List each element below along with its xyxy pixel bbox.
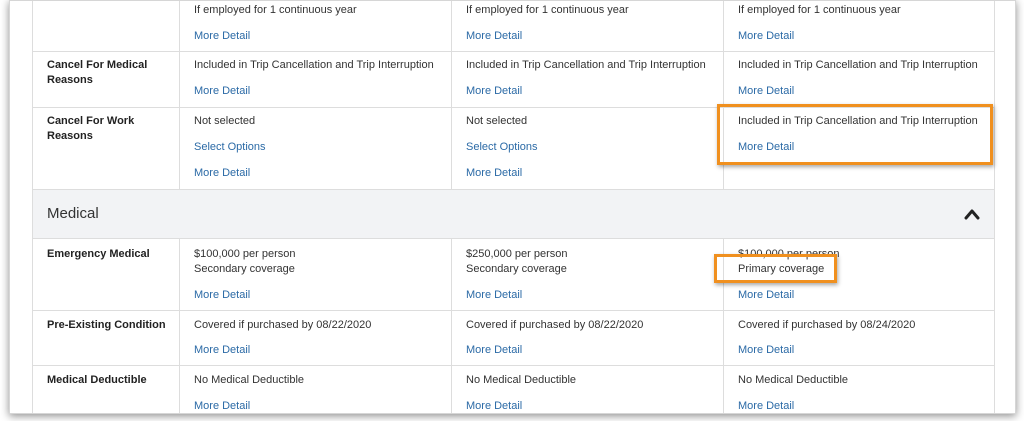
more-detail-link[interactable]: More Detail — [738, 343, 794, 358]
plan-3-cell: Covered if purchased by 08/24/2020 More … — [723, 310, 994, 365]
coverage-type: Secondary coverage — [466, 263, 567, 275]
coverage-text: Not selected — [194, 115, 256, 127]
table-row: If employed for 1 continuous year More D… — [33, 1, 994, 52]
plan-2-cell: No Medical Deductible More Detail — [451, 365, 723, 413]
section-title: Medical — [47, 205, 99, 222]
highlight-box-work-reasons — [717, 104, 993, 165]
row-label-cell: Medical Deductible — [33, 365, 179, 413]
more-detail-link[interactable]: More Detail — [466, 84, 522, 99]
plan-1-cell: Included in Trip Cancellation and Trip I… — [179, 51, 451, 107]
plan-1-cell: Covered if purchased by 08/22/2020 More … — [179, 310, 451, 365]
chevron-up-icon[interactable] — [964, 207, 980, 221]
plan-3-cell: Included in Trip Cancellation and Trip I… — [723, 51, 994, 107]
more-detail-link[interactable]: More Detail — [194, 166, 250, 181]
plan-3-cell: If employed for 1 continuous year More D… — [723, 1, 994, 51]
plan-1-cell: No Medical Deductible More Detail — [179, 365, 451, 413]
row-label: Cancel For Work Reasons — [47, 115, 135, 142]
plan-2-cell: Included in Trip Cancellation and Trip I… — [451, 51, 723, 107]
section-header-medical[interactable]: Medical — [33, 189, 994, 239]
coverage-text: No Medical Deductible — [466, 374, 577, 386]
coverage-text: If employed for 1 continuous year — [466, 4, 629, 16]
more-detail-link[interactable]: More Detail — [466, 399, 522, 413]
comparison-table: If employed for 1 continuous year More D… — [32, 1, 995, 413]
row-label-cell: Emergency Medical — [33, 239, 179, 310]
more-detail-link[interactable]: More Detail — [738, 29, 794, 44]
coverage-text: Included in Trip Cancellation and Trip I… — [194, 59, 434, 71]
row-label-cell: Pre-Existing Condition — [33, 310, 179, 365]
row-label: Medical Deductible — [47, 374, 147, 386]
coverage-text: Covered if purchased by 08/22/2020 — [194, 319, 372, 331]
plan-2-cell: Covered if purchased by 08/22/2020 More … — [451, 310, 723, 365]
more-detail-link[interactable]: More Detail — [738, 84, 794, 99]
row-label-cell — [33, 1, 179, 51]
table-row: Emergency Medical $100,000 per person Se… — [33, 239, 994, 311]
select-options-link[interactable]: Select Options — [194, 140, 266, 155]
more-detail-link[interactable]: More Detail — [466, 29, 522, 44]
coverage-text: Covered if purchased by 08/24/2020 — [738, 319, 916, 331]
plan-3-cell: No Medical Deductible More Detail — [723, 365, 994, 413]
plan-1-cell: If employed for 1 continuous year More D… — [179, 1, 451, 51]
coverage-amount: $250,000 per person — [466, 248, 568, 260]
plan-2-cell: $250,000 per person Secondary coverage M… — [451, 239, 723, 310]
table-row: Pre-Existing Condition Covered if purcha… — [33, 310, 994, 366]
more-detail-link[interactable]: More Detail — [738, 399, 794, 413]
coverage-text: If employed for 1 continuous year — [738, 4, 901, 16]
plan-2-cell: If employed for 1 continuous year More D… — [451, 1, 723, 51]
more-detail-link[interactable]: More Detail — [738, 288, 794, 303]
coverage-text: Covered if purchased by 08/22/2020 — [466, 319, 644, 331]
row-label: Pre-Existing Condition — [47, 319, 166, 331]
coverage-amount: $100,000 per person — [194, 248, 296, 260]
coverage-text: No Medical Deductible — [738, 374, 849, 386]
coverage-text: If employed for 1 continuous year — [194, 4, 357, 16]
coverage-text: Included in Trip Cancellation and Trip I… — [466, 59, 706, 71]
more-detail-link[interactable]: More Detail — [194, 84, 250, 99]
row-label: Emergency Medical — [47, 248, 150, 260]
coverage-text: No Medical Deductible — [194, 374, 305, 386]
more-detail-link[interactable]: More Detail — [466, 166, 522, 181]
more-detail-link[interactable]: More Detail — [466, 288, 522, 303]
table-row: Medical Deductible No Medical Deductible… — [33, 365, 994, 413]
highlight-box-primary-coverage — [714, 254, 837, 283]
coverage-text: Included in Trip Cancellation and Trip I… — [738, 59, 978, 71]
comparison-panel: If employed for 1 continuous year More D… — [9, 0, 1016, 414]
coverage-text: Not selected — [466, 115, 528, 127]
select-options-link[interactable]: Select Options — [466, 140, 538, 155]
more-detail-link[interactable]: More Detail — [466, 343, 522, 358]
table-row: Cancel For Medical Reasons Included in T… — [33, 51, 994, 108]
row-label-cell: Cancel For Work Reasons — [33, 107, 179, 189]
plan-2-cell: Not selected Select Options More Detail — [451, 107, 723, 189]
plan-1-cell: $100,000 per person Secondary coverage M… — [179, 239, 451, 310]
plan-1-cell: Not selected Select Options More Detail — [179, 107, 451, 189]
more-detail-link[interactable]: More Detail — [194, 399, 250, 413]
more-detail-link[interactable]: More Detail — [194, 29, 250, 44]
more-detail-link[interactable]: More Detail — [194, 343, 250, 358]
row-label: Cancel For Medical Reasons — [47, 59, 148, 86]
row-label-cell: Cancel For Medical Reasons — [33, 51, 179, 107]
more-detail-link[interactable]: More Detail — [194, 288, 250, 303]
coverage-type: Secondary coverage — [194, 263, 295, 275]
